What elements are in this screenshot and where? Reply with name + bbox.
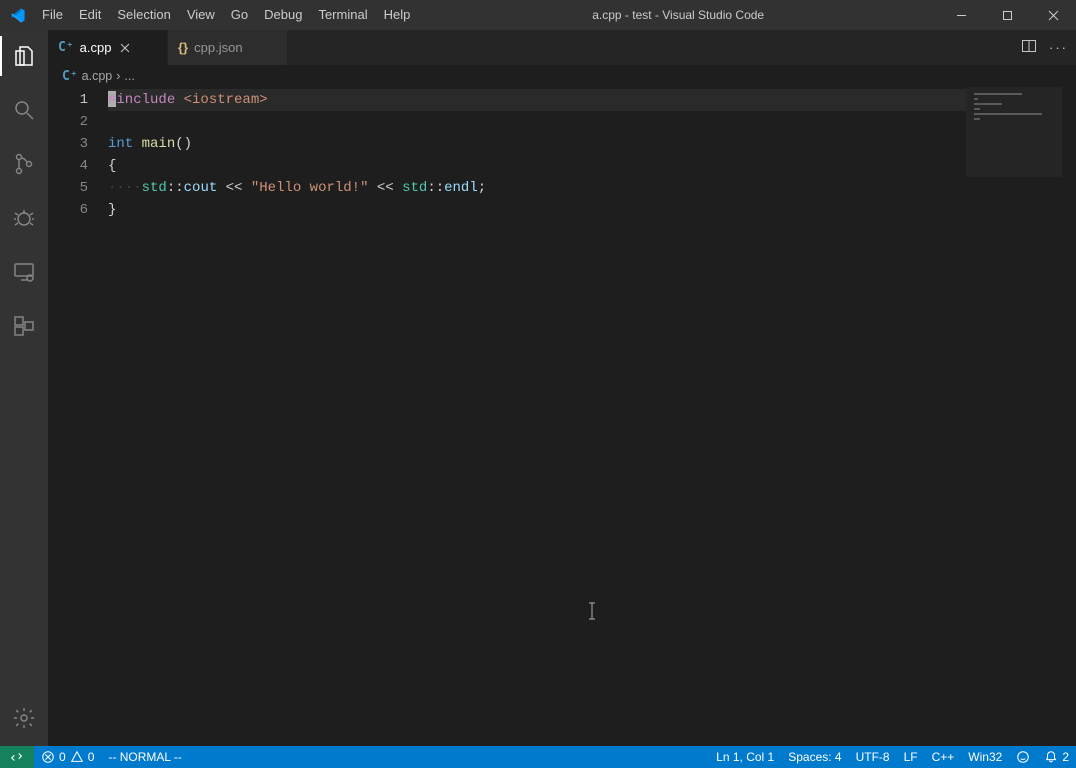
activity-scm-icon[interactable]: [0, 144, 48, 184]
breadcrumb[interactable]: C⁺ a.cpp › ...: [48, 65, 1076, 87]
editor-tabs: C⁺ a.cpp {} cpp.json ···: [48, 30, 1076, 65]
minimize-button[interactable]: [938, 0, 984, 30]
tab-cpp-json[interactable]: {} cpp.json: [168, 30, 288, 65]
main-area: C⁺ a.cpp {} cpp.json ··· C⁺ a.cpp ›: [0, 30, 1076, 746]
status-eol[interactable]: LF: [897, 746, 925, 768]
editor-group: C⁺ a.cpp {} cpp.json ··· C⁺ a.cpp ›: [48, 30, 1076, 746]
window-controls: [938, 0, 1076, 30]
json-file-icon: {}: [178, 40, 188, 55]
activity-explorer-icon[interactable]: [0, 36, 48, 76]
minimap[interactable]: [966, 87, 1062, 746]
menu-selection[interactable]: Selection: [109, 0, 178, 30]
status-language[interactable]: C++: [925, 746, 962, 768]
split-editor-icon[interactable]: [1021, 38, 1037, 57]
maximize-button[interactable]: [984, 0, 1030, 30]
code-editor[interactable]: 123456 #include <iostream>int main(){···…: [48, 87, 1076, 746]
cpp-file-icon: C⁺: [58, 40, 74, 55]
editor-scrollbar[interactable]: [1062, 87, 1076, 746]
title-bar: File Edit Selection View Go Debug Termin…: [0, 0, 1076, 30]
code-content[interactable]: #include <iostream>int main(){····std::c…: [108, 87, 966, 746]
close-button[interactable]: [1030, 0, 1076, 30]
vscode-logo-icon: [0, 7, 34, 24]
cpp-file-icon: C⁺: [62, 69, 78, 84]
activity-bar: [0, 30, 48, 746]
window-title: a.cpp - test - Visual Studio Code: [418, 8, 938, 22]
status-problems[interactable]: 0 0: [34, 746, 101, 768]
menu-file[interactable]: File: [34, 0, 71, 30]
status-bar: 0 0 -- NORMAL -- Ln 1, Col 1 Spaces: 4 U…: [0, 746, 1076, 768]
more-actions-icon[interactable]: ···: [1049, 40, 1068, 55]
breadcrumb-file: a.cpp: [82, 69, 113, 83]
menu-go[interactable]: Go: [223, 0, 256, 30]
status-vim-mode[interactable]: -- NORMAL --: [101, 746, 189, 768]
activity-remote-icon[interactable]: [0, 252, 48, 292]
breadcrumb-rest: ...: [124, 69, 134, 83]
activity-debug-icon[interactable]: [0, 198, 48, 238]
status-feedback-icon[interactable]: [1009, 746, 1037, 768]
menu-bar: File Edit Selection View Go Debug Termin…: [34, 0, 418, 30]
status-platform[interactable]: Win32: [961, 746, 1009, 768]
menu-view[interactable]: View: [179, 0, 223, 30]
status-notifications[interactable]: 2: [1037, 746, 1076, 768]
activity-settings-icon[interactable]: [0, 698, 48, 738]
menu-terminal[interactable]: Terminal: [310, 0, 375, 30]
tab-label: a.cpp: [80, 40, 112, 55]
close-tab-icon[interactable]: [117, 40, 133, 56]
line-numbers: 123456: [48, 87, 108, 746]
status-notification-count: 2: [1062, 750, 1069, 764]
status-indentation[interactable]: Spaces: 4: [781, 746, 848, 768]
status-remote-icon[interactable]: [0, 746, 34, 768]
tab-actions: ···: [1013, 30, 1076, 65]
activity-extensions-icon[interactable]: [0, 306, 48, 346]
tab-label: cpp.json: [194, 40, 242, 55]
activity-search-icon[interactable]: [0, 90, 48, 130]
menu-help[interactable]: Help: [376, 0, 419, 30]
status-cursor-position[interactable]: Ln 1, Col 1: [709, 746, 781, 768]
menu-debug[interactable]: Debug: [256, 0, 310, 30]
menu-edit[interactable]: Edit: [71, 0, 109, 30]
status-error-count: 0: [59, 750, 66, 764]
status-warning-count: 0: [88, 750, 95, 764]
breadcrumb-separator: ›: [116, 69, 120, 83]
tab-a-cpp[interactable]: C⁺ a.cpp: [48, 30, 168, 65]
status-encoding[interactable]: UTF-8: [849, 746, 897, 768]
